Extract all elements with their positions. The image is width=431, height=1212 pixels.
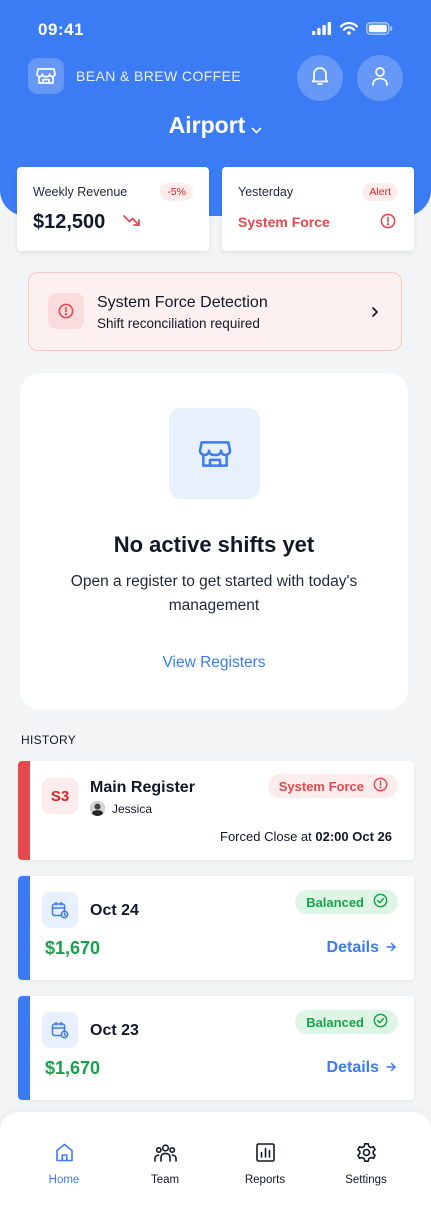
- alert-circle-icon: [373, 777, 388, 795]
- details-link[interactable]: Details: [327, 1059, 396, 1077]
- arrow-right-icon: [386, 939, 396, 957]
- weekly-revenue-card[interactable]: Weekly Revenue -5% $12,500: [17, 167, 209, 251]
- details-label: Details: [326, 939, 379, 956]
- system-force-alert-banner[interactable]: System Force Detection Shift reconciliat…: [28, 272, 402, 351]
- details-label: Details: [326, 1059, 379, 1076]
- history-item[interactable]: Oct 23 Balanced $1,670 Details: [18, 996, 414, 1100]
- alert-subtitle: Shift reconciliation required: [97, 316, 260, 331]
- arrow-right-icon: [386, 1059, 396, 1077]
- alert-badge: Alert: [362, 183, 398, 201]
- status-bar-primary: [18, 996, 30, 1100]
- status-text: Balanced: [306, 894, 364, 910]
- profile-button[interactable]: [357, 55, 403, 101]
- empty-title: No active shifts yet: [113, 532, 315, 557]
- nav-label: Home: [48, 1174, 80, 1186]
- brand-name: BEAN & BREW COFFEE: [76, 68, 242, 84]
- forced-shift-card[interactable]: S3 Main Register Jessica System Force Fo…: [18, 761, 414, 860]
- empty-subtitle: Open a register to get started with toda…: [70, 573, 358, 614]
- register-name: Main Register: [90, 779, 195, 796]
- user-icon: [371, 66, 389, 91]
- check-circle-icon: [373, 893, 388, 911]
- team-icon: [120, 1140, 210, 1164]
- alert-circle-icon: [380, 213, 396, 234]
- calendar-icon: [42, 892, 78, 928]
- trending-down-icon: [123, 213, 141, 231]
- nav-settings[interactable]: Settings: [321, 1140, 411, 1186]
- register-badge: S3: [42, 778, 78, 814]
- status-text: System Force: [278, 778, 364, 794]
- store-icon: [169, 408, 260, 499]
- settings-icon: [321, 1140, 411, 1164]
- nav-reports[interactable]: Reports: [220, 1140, 310, 1186]
- nav-label: Reports: [244, 1174, 286, 1186]
- person-name: Jessica: [112, 801, 153, 816]
- status-text: Balanced: [306, 1014, 364, 1030]
- bottom-navigation: Home Team Reports Settings: [0, 1112, 431, 1212]
- revenue-value: $12,500: [33, 211, 106, 233]
- shift-person: Jessica: [90, 801, 152, 816]
- status-bar: 09:41: [0, 0, 431, 60]
- status-icons: [312, 22, 393, 40]
- status-bar-primary: [18, 876, 30, 980]
- system-force-badge: System Force: [267, 774, 398, 798]
- wifi-icon: [339, 22, 359, 40]
- no-shifts-empty-state: No active shifts yet Open a register to …: [20, 373, 408, 710]
- system-force-text: System Force: [238, 214, 330, 230]
- yesterday-card[interactable]: Yesterday Alert System Force: [222, 167, 414, 251]
- stat-label: Yesterday: [238, 185, 294, 199]
- history-item[interactable]: Oct 24 Balanced $1,670 Details: [18, 876, 414, 980]
- location-selector[interactable]: Airport: [0, 112, 431, 140]
- balanced-badge: Balanced: [295, 1010, 398, 1034]
- stat-label: Weekly Revenue: [33, 185, 128, 199]
- details-link[interactable]: Details: [327, 939, 396, 957]
- nav-label: Settings: [345, 1174, 387, 1186]
- signal-icon: [312, 22, 332, 40]
- brand: BEAN & BREW COFFEE: [28, 58, 241, 94]
- reports-icon: [220, 1140, 310, 1164]
- history-label: HISTORY: [21, 733, 77, 747]
- home-icon: [19, 1140, 109, 1164]
- status-time: 09:41: [38, 20, 84, 39]
- nav-team[interactable]: Team: [120, 1140, 210, 1186]
- status-bar-danger: [18, 761, 30, 860]
- nav-home[interactable]: Home: [19, 1140, 109, 1186]
- view-registers-link[interactable]: View Registers: [20, 654, 408, 672]
- calendar-icon: [42, 1012, 78, 1048]
- avatar: [90, 801, 105, 816]
- shift-date: Oct 24: [90, 902, 139, 919]
- shift-amount: $1,670: [45, 938, 101, 958]
- battery-icon: [366, 22, 393, 40]
- chevron-down-icon: [251, 113, 262, 140]
- forced-prefix: Forced Close at: [220, 829, 312, 844]
- forced-time: 02:00 Oct 26: [315, 829, 392, 844]
- alert-circle-icon: [48, 293, 84, 329]
- check-circle-icon: [373, 1013, 388, 1031]
- balanced-badge: Balanced: [295, 890, 398, 914]
- notifications-button[interactable]: [297, 55, 343, 101]
- change-badge: -5%: [160, 183, 193, 201]
- location-name: Airport: [168, 112, 246, 138]
- store-icon: [28, 58, 64, 94]
- nav-label: Team: [150, 1174, 180, 1186]
- chevron-right-icon: [371, 305, 379, 323]
- shift-date: Oct 23: [90, 1022, 139, 1039]
- shift-amount: $1,670: [45, 1058, 101, 1078]
- alert-title: System Force Detection: [97, 294, 268, 311]
- forced-close-text: Forced Close at 02:00 Oct 26: [220, 829, 392, 844]
- bell-icon: [310, 65, 330, 91]
